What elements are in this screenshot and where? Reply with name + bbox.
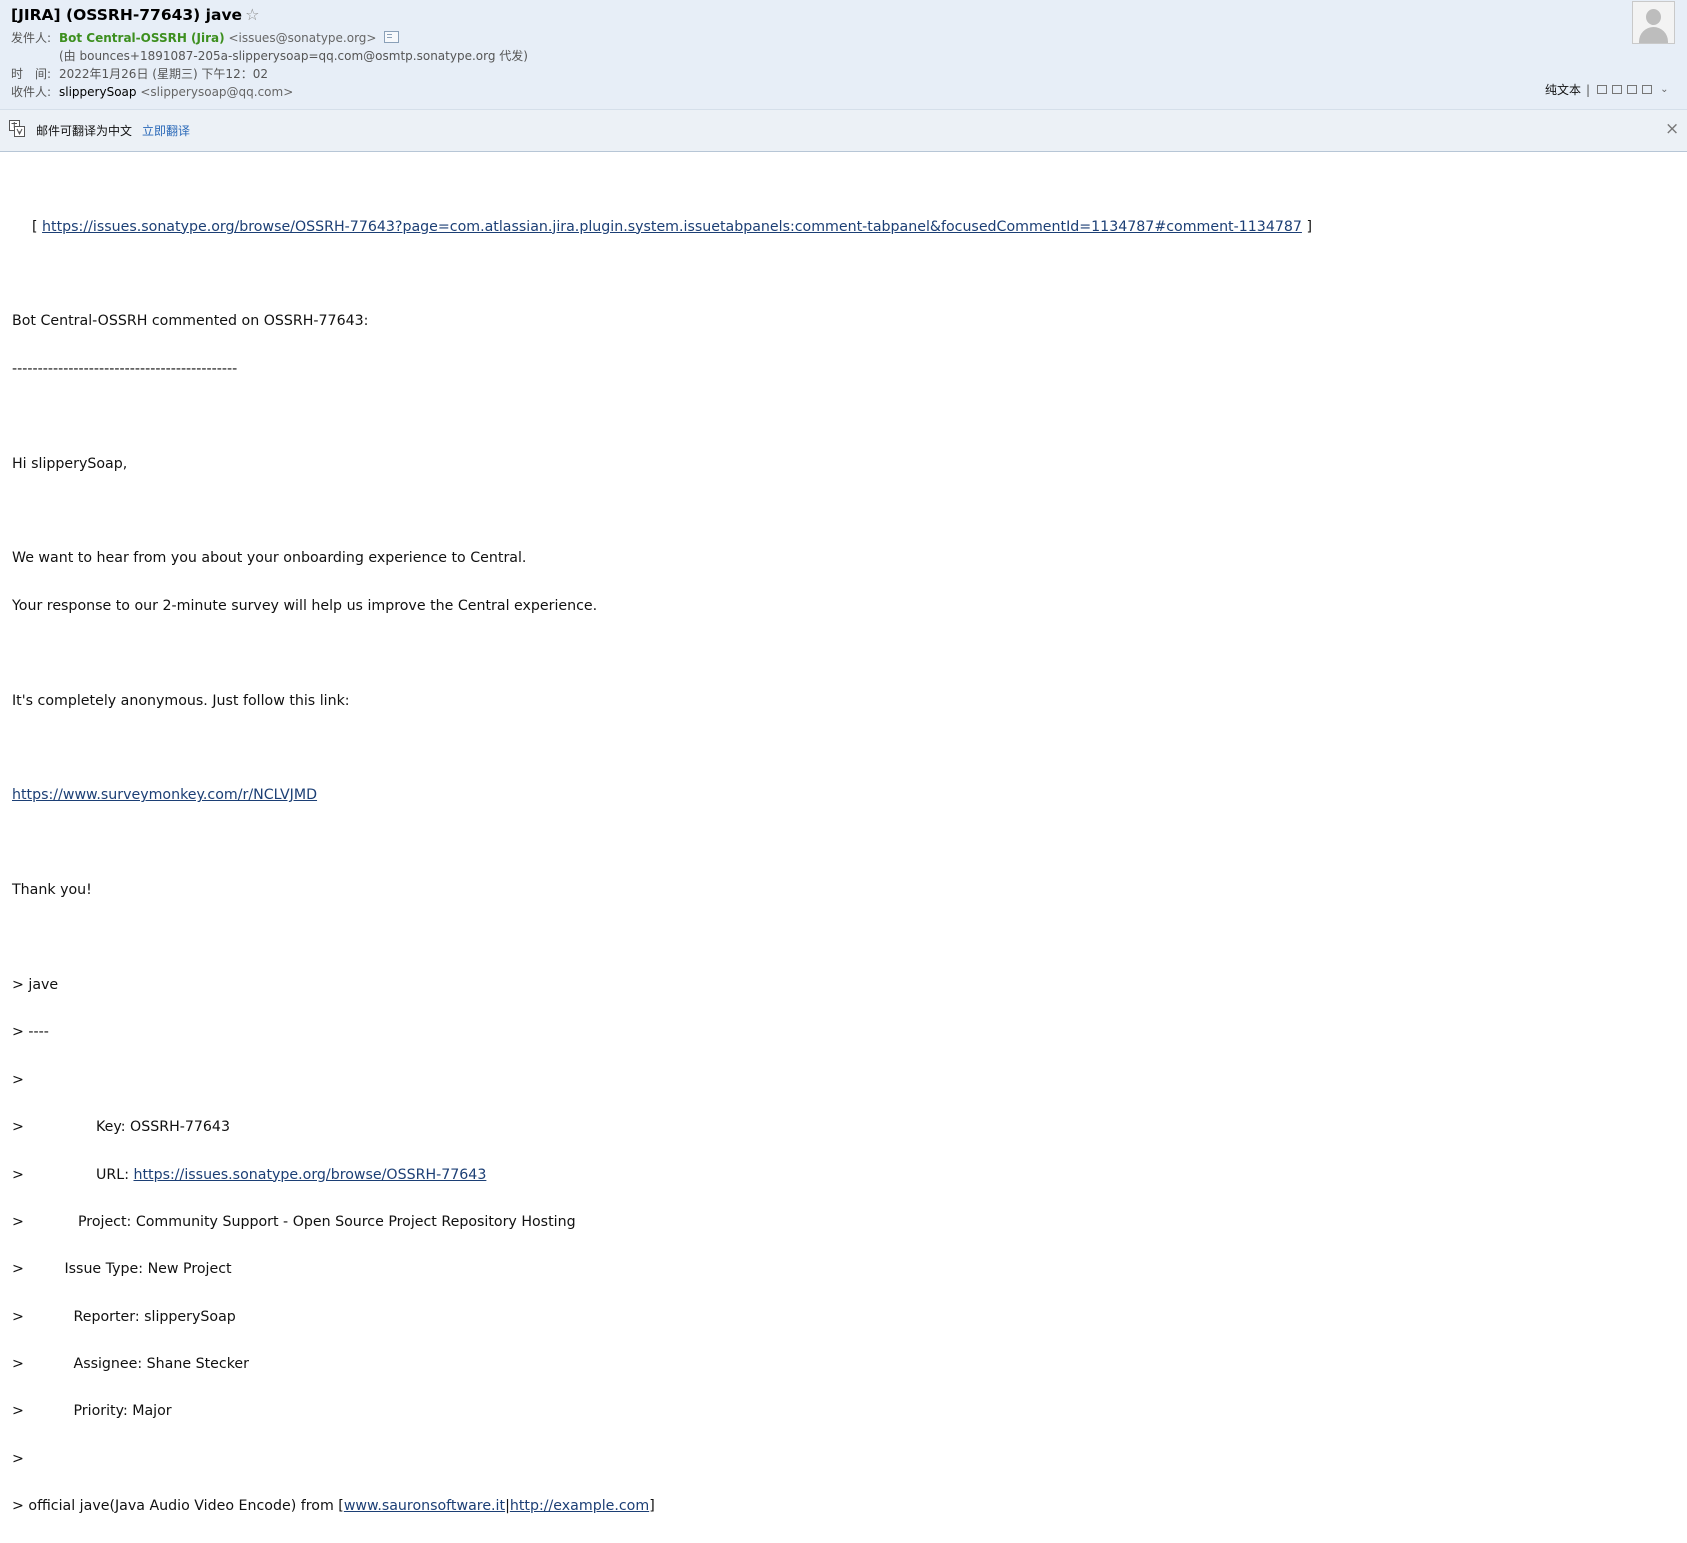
print-icon[interactable] xyxy=(1642,85,1653,94)
from-label: 发件人: xyxy=(11,31,52,45)
reporter-value: slipperySoap xyxy=(144,1308,236,1325)
reporter-label: > Reporter: xyxy=(12,1308,145,1325)
to-row: 收件人: slipperySoap <slipperysoap@qq.com> xyxy=(11,83,293,100)
new-window-icon[interactable] xyxy=(1597,85,1608,94)
quote-rule-line: > ---- xyxy=(12,1024,49,1041)
star-icon[interactable]: ☆ xyxy=(245,5,259,24)
priority-label: > Priority: xyxy=(12,1403,133,1420)
plain-text-button[interactable]: 纯文本 xyxy=(1545,81,1581,98)
issue-type-value: New Project xyxy=(147,1261,232,1278)
key-label: > Key: xyxy=(12,1119,131,1136)
avatar-head-shape xyxy=(1646,9,1661,25)
priority-line: > Priority: Major xyxy=(12,1400,1312,1424)
mail-body: [ https://issues.sonatype.org/browse/OSS… xyxy=(12,192,1312,1543)
divider-line: ----------------------------------------… xyxy=(12,360,238,377)
url-label: > URL: xyxy=(12,1166,134,1183)
mail-subject: [JIRA] (OSSRH-77643) jave ☆ xyxy=(11,5,259,24)
close-icon[interactable]: × xyxy=(1665,119,1679,139)
assignee-label: > Assignee: xyxy=(12,1356,147,1373)
issue-type-line: > Issue Type: New Project xyxy=(12,1258,1312,1282)
time-value: 2022年1月26日 (星期三) 下午12：02 xyxy=(59,67,268,81)
contact-card-icon[interactable] xyxy=(384,31,400,43)
proxy-sender-note: (由 bounces+1891087-205a-slipperysoap=qq.… xyxy=(59,49,528,63)
mail-header: [JIRA] (OSSRH-77643) jave ☆ 发件人: Bot Centr… xyxy=(0,0,1687,110)
desc-suffix: ] xyxy=(649,1498,655,1515)
quote-blank-line: > xyxy=(12,1450,24,1467)
commented-line: Bot Central-OSSRH commented on OSSRH-776… xyxy=(12,313,369,330)
recipient-name[interactable]: slipperySoap xyxy=(59,85,137,99)
bracket-close: ] xyxy=(1301,218,1312,235)
mail-toolbar: 纯文本 | ⌄ xyxy=(1545,81,1668,98)
download-icon[interactable] xyxy=(1627,85,1638,94)
bracket-open: [ xyxy=(32,218,43,235)
thanks-line: Thank you! xyxy=(12,882,92,899)
subject-text: [JIRA] (OSSRH-77643) jave xyxy=(11,6,243,24)
issue-url-link[interactable]: https://issues.sonatype.org/browse/OSSRH… xyxy=(133,1167,486,1183)
from-row: 发件人: Bot Central-OSSRH (Jira) <issues@son… xyxy=(11,29,400,46)
para2-line: It's completely anonymous. Just follow t… xyxy=(12,692,350,709)
sauron-link[interactable]: www.sauronsoftware.it xyxy=(344,1498,505,1514)
quote-title-line: > jave xyxy=(12,976,59,993)
project-value: Community Support - Open Source Project … xyxy=(135,1213,576,1230)
para1-line2: Your response to our 2-minute survey wil… xyxy=(12,597,598,614)
priority-value: Major xyxy=(132,1403,172,1420)
key-value: OSSRH-77643 xyxy=(130,1119,230,1136)
translate-bar: 邮件可翻译为中文 立即翻译 × xyxy=(0,110,1687,152)
recipient-email: <slipperysoap@qq.com> xyxy=(140,85,294,99)
project-line: > Project: Community Support - Open Sour… xyxy=(12,1211,1312,1235)
top-link-line: [ https://issues.sonatype.org/browse/OSS… xyxy=(12,216,1312,240)
comment-link[interactable]: https://issues.sonatype.org/browse/OSSRH… xyxy=(42,219,1302,235)
assignee-line: > Assignee: Shane Stecker xyxy=(12,1353,1312,1377)
sender-email: <issues@sonatype.org> xyxy=(228,31,377,45)
time-label: 时 间: xyxy=(11,67,52,81)
to-label: 收件人: xyxy=(11,85,52,99)
sender-name[interactable]: Bot Central-OSSRH (Jira) xyxy=(59,31,225,45)
description-line: > official jave(Java Audio Video Encode)… xyxy=(12,1495,1312,1519)
translate-now-link[interactable]: 立即翻译 xyxy=(142,122,190,139)
key-line: > Key: OSSRH-77643 xyxy=(12,1116,1312,1140)
survey-link[interactable]: https://www.surveymonkey.com/r/NCLVJMD xyxy=(12,787,317,803)
translate-message: 邮件可翻译为中文 xyxy=(36,124,133,138)
desc-prefix: > official jave(Java Audio Video Encode)… xyxy=(12,1498,344,1515)
quote-blank-line: > xyxy=(12,1071,24,1088)
example-link[interactable]: http://example.com xyxy=(510,1498,649,1514)
project-label: > Project: xyxy=(12,1213,136,1230)
toolbar-separator: | xyxy=(1586,82,1591,97)
reporter-line: > Reporter: slipperySoap xyxy=(12,1306,1312,1330)
para1-line1: We want to hear from you about your onbo… xyxy=(12,550,527,567)
fullscreen-icon[interactable] xyxy=(1612,85,1623,94)
time-row: 时 间: 2022年1月26日 (星期三) 下午12：02 xyxy=(11,65,268,82)
url-line: > URL: https://issues.sonatype.org/brows… xyxy=(12,1164,1312,1188)
chevron-down-icon[interactable]: ⌄ xyxy=(1660,84,1668,95)
translate-icon xyxy=(9,120,25,137)
avatar-body-shape xyxy=(1639,27,1668,43)
proxy-row: (由 bounces+1891087-205a-slipperysoap=qq.… xyxy=(59,47,528,64)
greeting-line: Hi slipperySoap, xyxy=(12,455,128,472)
survey-link-line: https://www.surveymonkey.com/r/NCLVJMD xyxy=(12,784,1312,808)
assignee-value: Shane Stecker xyxy=(146,1356,249,1373)
sender-avatar[interactable] xyxy=(1632,1,1675,44)
issue-type-label: > Issue Type: xyxy=(12,1261,148,1278)
